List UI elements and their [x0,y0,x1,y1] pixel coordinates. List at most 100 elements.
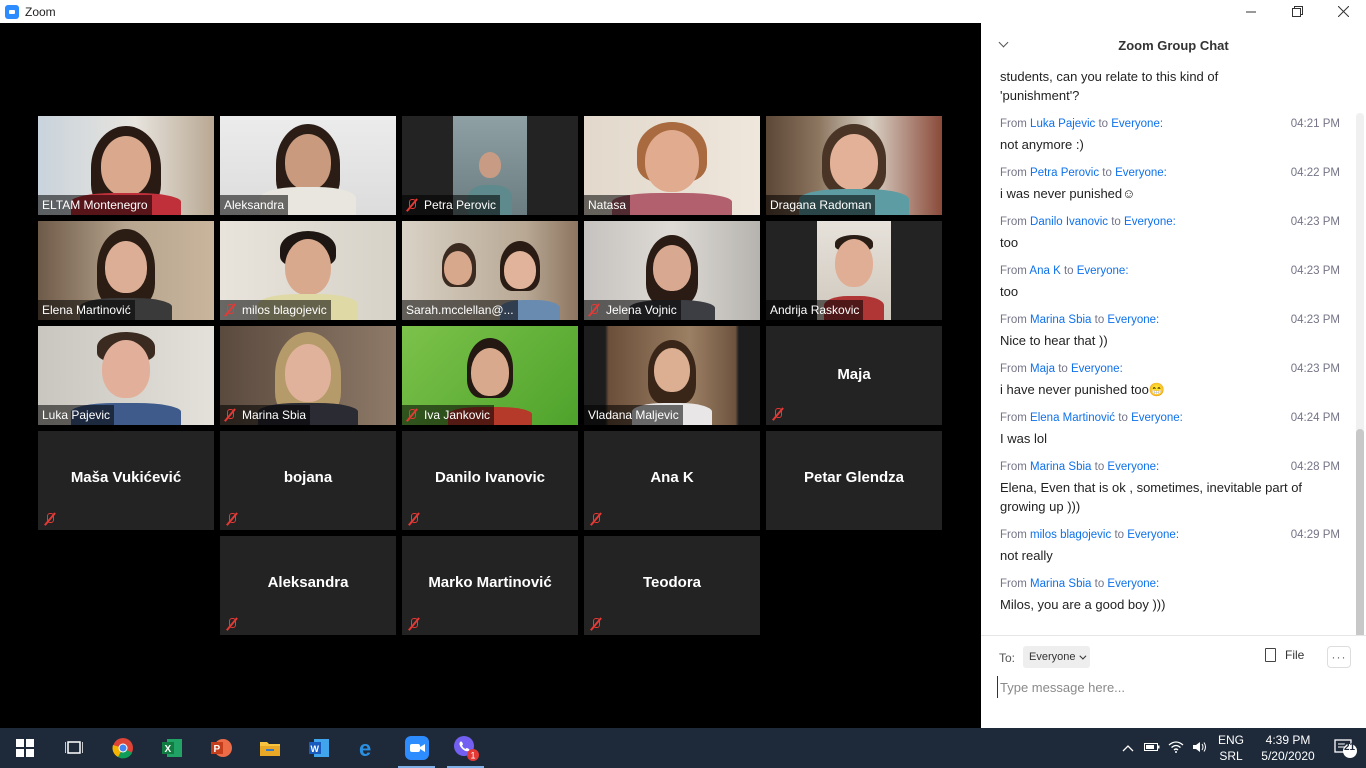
video-tile-off[interactable]: Maša Vukićević [38,431,214,530]
video-tile[interactable]: Natasa [584,116,760,215]
message-text: I was lol [1000,431,1047,446]
message-time: 04:23 PM [1290,363,1340,375]
chevron-down-icon[interactable] [999,39,1009,49]
video-tile-off[interactable]: Aleksandra [220,536,396,635]
file-explorer-button[interactable] [245,728,294,768]
message-recipient[interactable]: Everyone: [1107,461,1159,473]
participant-name: Luka Pajevic [38,405,115,425]
video-tile[interactable]: Andrija Raskovic [766,221,942,320]
message-sender[interactable]: milos blagojevic [1030,529,1111,541]
minimize-button[interactable] [1228,0,1274,23]
video-tile[interactable]: Petra Perovic [402,116,578,215]
message-recipient[interactable]: Everyone: [1107,314,1159,326]
battery-icon[interactable] [1140,741,1164,755]
video-tile[interactable]: Aleksandra [220,116,396,215]
chat-scrollbar[interactable] [1356,113,1364,635]
svg-text:P: P [213,744,220,755]
muted-mic-icon [590,512,602,526]
word-button[interactable]: W [294,728,343,768]
viber-taskbar-button[interactable]: 1 [441,728,490,768]
message-recipient[interactable]: Everyone: [1131,412,1183,424]
video-tile-off[interactable]: Marko Martinović [402,536,578,635]
video-tile-off[interactable]: Maja [766,326,942,425]
participant-name: Natasa [584,195,631,215]
chrome-button[interactable] [98,728,147,768]
volume-icon[interactable] [1188,741,1212,756]
recipient-dropdown[interactable]: Everyone [1023,646,1091,668]
message-input[interactable] [997,676,1347,698]
video-tile-off[interactable]: Danilo Ivanovic [402,431,578,530]
video-tile[interactable]: Luka Pajevic [38,326,214,425]
message-sender[interactable]: Elena Martinović [1030,412,1115,424]
muted-mic-icon [226,512,238,526]
video-tile[interactable]: Marina Sbia [220,326,396,425]
task-view-icon [64,741,83,754]
video-tile[interactable]: Vladana Maljevic [584,326,760,425]
muted-mic-icon [408,617,420,631]
message-sender[interactable]: Luka Pajevic [1030,118,1095,130]
chat-message: From Maja to Everyone: 04:23 PM i have nev… [981,361,1366,399]
chevron-up-icon[interactable] [1116,741,1140,755]
message-time: 04:23 PM [1290,314,1340,326]
video-tile-off[interactable]: bojana [220,431,396,530]
participant-name: Petra Perovic [402,195,501,215]
video-tile-off[interactable]: Petar Glendza [766,431,942,530]
close-icon [1337,6,1349,17]
video-tile[interactable]: Dragana Radoman [766,116,942,215]
input-language-indicator[interactable]: ENG SRL [1212,732,1250,764]
message-sender[interactable]: Marina Sbia [1030,314,1091,326]
file-button[interactable]: File [1265,648,1304,662]
muted-mic-icon [408,512,420,526]
folder-icon [259,742,280,756]
participant-name: Marina Sbia [220,405,311,425]
message-recipient[interactable]: Everyone: [1115,167,1167,179]
title-bar: Zoom [0,0,1366,23]
video-tile-off[interactable]: Teodora [584,536,760,635]
chat-message: From Petra Perovic to Everyone: 04:22 PM i… [981,165,1366,203]
excel-button[interactable]: X [147,728,196,768]
message-text: i was never punished☺ [1000,186,1136,201]
video-tile[interactable]: Elena Martinović [38,221,214,320]
chat-panel: Zoom Group Chat students, can you relate… [981,23,1366,728]
start-button[interactable] [0,728,49,768]
message-recipient[interactable]: Everyone: [1124,216,1176,228]
video-tile[interactable]: Jelena Vojnic [584,221,760,320]
muted-mic-icon [224,408,236,422]
close-button[interactable] [1320,0,1366,23]
task-view-button[interactable] [49,728,98,768]
video-tile-off[interactable]: Ana K [584,431,760,530]
powerpoint-button[interactable]: P [196,728,245,768]
message-sender[interactable]: Danilo Ivanovic [1030,216,1108,228]
video-tile[interactable]: Iva Jankovic [402,326,578,425]
restore-button[interactable] [1274,0,1320,23]
clock[interactable]: 4:39 PM 5/20/2020 [1250,732,1326,764]
message-text: too [1000,284,1019,299]
message-recipient[interactable]: Everyone: [1071,363,1123,375]
message-sender[interactable]: Marina Sbia [1030,578,1091,590]
video-tile[interactable]: milos blagojevic [220,221,396,320]
message-recipient[interactable]: Everyone: [1111,118,1163,130]
message-time: 04:28 PM [1290,461,1340,473]
message-recipient[interactable]: Everyone: [1077,265,1129,277]
muted-mic-icon [772,407,784,421]
more-options-button[interactable]: ··· [1327,646,1351,668]
video-tile-active-speaker[interactable]: Sarah.mcclellan@... [402,221,578,320]
participant-name: Ana K [650,469,694,486]
action-center-button[interactable]: 21 [1326,728,1366,768]
message-sender[interactable]: Marina Sbia [1030,461,1091,473]
wifi-icon[interactable] [1164,740,1188,756]
message-recipient[interactable]: Everyone: [1107,578,1159,590]
participant-name: Maša Vukićević [70,469,182,486]
participant-name: Aleksandra [267,574,349,591]
viber-icon: 1 [453,736,479,761]
message-recipient[interactable]: Everyone: [1127,529,1179,541]
zoom-taskbar-button[interactable] [392,728,441,768]
message-sender[interactable]: Petra Perovic [1030,167,1099,179]
message-sender[interactable]: Ana K [1029,265,1060,277]
video-tile[interactable]: ELTAM Montenegro [38,116,214,215]
zoom-app-icon [5,4,19,19]
edge-button[interactable]: e [343,728,392,768]
scrollbar-thumb[interactable] [1356,429,1364,635]
message-sender[interactable]: Maja [1030,363,1055,375]
chat-header: Zoom Group Chat [981,23,1366,67]
